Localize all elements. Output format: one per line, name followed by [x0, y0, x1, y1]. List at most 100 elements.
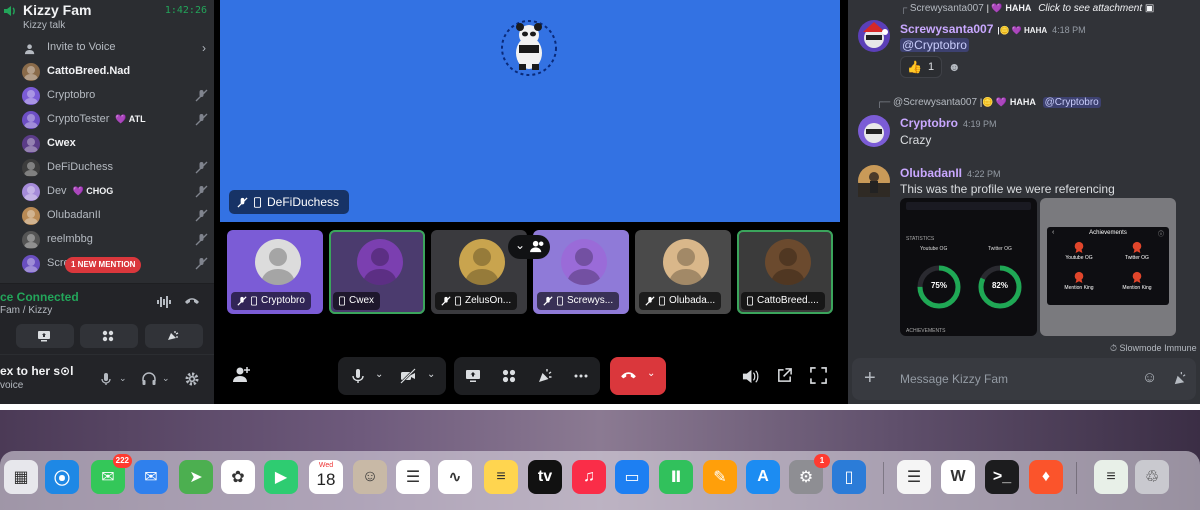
current-user-name[interactable]: ex to her s⊙l	[0, 364, 73, 378]
end-call-button[interactable]: ⌄	[610, 357, 666, 395]
camera-off-icon[interactable]	[400, 368, 416, 384]
avatar[interactable]	[858, 20, 890, 52]
calendar-app-icon[interactable]: Wed 18	[309, 460, 343, 494]
voice-member[interactable]: Dev 💜 CHOG	[22, 182, 212, 202]
more-options-icon[interactable]	[573, 368, 589, 384]
fullscreen-icon[interactable]	[810, 367, 827, 384]
mobile-device-icon	[747, 296, 753, 306]
photos-glyph: ✿	[231, 469, 245, 486]
signal-waveform-icon[interactable]	[157, 296, 171, 308]
freeform-app-icon[interactable]: ∿	[438, 460, 472, 494]
terminal-app-icon[interactable]: >_	[985, 460, 1019, 494]
microphone-icon[interactable]	[350, 368, 366, 384]
reply-reference[interactable]: ┌ Screwysanta007 | 💜 HAHA Click to see a…	[900, 3, 1154, 14]
reaction-pill[interactable]: 👍 1	[900, 56, 942, 78]
simulator-app-icon[interactable]: ▯	[832, 460, 866, 494]
launchpad-app-icon[interactable]: ▦	[4, 460, 38, 494]
microphone-icon[interactable]	[98, 371, 114, 387]
settings-app-icon[interactable]: ⚙ 1	[789, 454, 830, 494]
invite-label: Invite to Voice	[47, 41, 116, 53]
voice-channel-header[interactable]: Kizzy Fam 1:42:26 Kizzy talk	[0, 0, 214, 36]
appletv-app-icon[interactable]: tv	[528, 460, 562, 494]
soundboard-button[interactable]	[145, 324, 203, 348]
keynote-app-icon[interactable]: ▭	[615, 460, 649, 494]
voice-member[interactable]: CryptoTester 💜 ATL	[22, 110, 212, 130]
maps-app-icon[interactable]: ➤	[179, 460, 213, 494]
emoji-icon[interactable]: ☺	[1142, 369, 1157, 386]
reply-reference[interactable]: ┌─ @Screwysanta007 |🪙 💜 HAHA @Cryptobro	[876, 97, 1101, 108]
voice-member[interactable]: CattoBreed.Nad	[22, 62, 212, 82]
end-call-chevron-icon[interactable]: ⌄	[647, 368, 655, 379]
add-attachment-icon[interactable]: +	[864, 367, 876, 389]
participant-tile[interactable]: CattoBreed....	[737, 230, 833, 314]
volume-icon[interactable]	[742, 368, 759, 385]
add-reaction-icon[interactable]: ☻	[948, 60, 961, 74]
notes-app-icon[interactable]: ≡	[484, 460, 518, 494]
brave-app-icon[interactable]: ♦	[1029, 460, 1063, 494]
activities-button[interactable]	[80, 324, 138, 348]
pop-out-icon[interactable]	[776, 367, 793, 384]
wps-app-icon[interactable]: W	[941, 460, 975, 494]
reminders-app-icon[interactable]: ☰	[396, 460, 430, 494]
message-input[interactable]: Message Kizzy Fam	[900, 372, 1008, 386]
disconnect-icon[interactable]	[184, 295, 200, 307]
appstore-app-icon[interactable]: A	[746, 460, 780, 494]
mic-options-chevron-icon[interactable]: ⌄	[119, 373, 127, 384]
voice-member[interactable]: Cryptobro	[22, 86, 212, 106]
mail-app-icon[interactable]: ✉	[134, 460, 168, 494]
voice-member[interactable]: OlubadanII	[22, 206, 212, 226]
soundboard-icon[interactable]	[537, 368, 553, 384]
avatar[interactable]	[858, 165, 890, 197]
safari-app-icon[interactable]: ⦿	[45, 460, 79, 494]
message-composer[interactable]: + Message Kizzy Fam ☺	[852, 358, 1196, 400]
invite-participant-icon[interactable]	[232, 366, 250, 384]
screen-share-icon[interactable]	[465, 368, 481, 384]
pages-glyph: ✎	[713, 469, 727, 486]
numbers-app-icon[interactable]: Ⅱ	[659, 460, 693, 494]
contacts-app-icon[interactable]: ☺	[353, 460, 387, 494]
author-badge: |🪙 💜 HAHA	[997, 26, 1048, 35]
participant-tile[interactable]: Cwex	[329, 230, 425, 314]
voice-member[interactable]: Cwex	[22, 134, 212, 154]
achievement-badge-icon	[1074, 271, 1084, 283]
attachment-image-stats[interactable]: STATISTICS Youtube OG Twitter OG 75% 82%…	[900, 198, 1037, 336]
participant-tile[interactable]: Cryptobro	[227, 230, 323, 314]
message-author[interactable]: Screwysanta007 |🪙 💜 HAHA 4:18 PM	[900, 22, 1086, 36]
avatar[interactable]	[858, 115, 890, 147]
participants-toggle[interactable]: ⌄	[508, 235, 550, 259]
apps-icon[interactable]	[1172, 371, 1187, 386]
message-author[interactable]: OlubadanII 4:22 PM	[900, 166, 1001, 180]
gear-icon[interactable]	[184, 371, 200, 387]
new-mention-pill[interactable]: 1 NEW MENTION	[65, 257, 142, 273]
brave-glyph: ♦	[1041, 468, 1051, 485]
message-author[interactable]: Cryptobro 4:19 PM	[900, 116, 997, 130]
voice-member[interactable]: reelmbbg	[22, 230, 212, 250]
messages-app-icon[interactable]: ✉ 222	[91, 454, 132, 494]
maps-glyph: ➤	[189, 469, 203, 486]
headphones-icon[interactable]	[141, 371, 157, 387]
muted-mic-icon	[195, 89, 208, 102]
participant-name: CattoBreed....	[757, 295, 819, 306]
channel-subtitle: Kizzy talk	[23, 20, 66, 31]
pages-app-icon[interactable]: ✎	[703, 460, 737, 494]
audio-options-chevron-icon[interactable]: ⌄	[162, 373, 170, 384]
trash-app-icon[interactable]: ♲	[1135, 460, 1169, 494]
mention-chip[interactable]: @Cryptobro	[1042, 97, 1101, 108]
mention-chip[interactable]: @Cryptobro	[900, 38, 969, 52]
camera-chevron-icon[interactable]: ⌄	[427, 369, 435, 380]
music-app-icon[interactable]: ♫	[572, 460, 606, 494]
voice-member[interactable]: DeFiDuchess	[22, 158, 212, 178]
textedit-app-icon[interactable]: ☰	[897, 460, 931, 494]
attachment-image-achievements[interactable]: ‹ Achievements ⓘ Youtube OG Twitter OG Men…	[1040, 198, 1176, 336]
voice-member-name: DeFiDuchess	[47, 161, 114, 173]
activities-icon[interactable]	[501, 368, 517, 384]
channel-name: Kizzy Fam	[23, 2, 92, 18]
invite-to-voice-button[interactable]: Invite to Voice ›	[20, 40, 210, 60]
mic-chevron-icon[interactable]: ⌄	[375, 369, 383, 380]
facetime-app-icon[interactable]: ▶	[264, 460, 298, 494]
participant-tile[interactable]: Olubada...	[635, 230, 731, 314]
photos-app-icon[interactable]: ✿	[221, 460, 255, 494]
stage-view[interactable]: DeFiDuchess	[220, 0, 840, 222]
screen-share-button[interactable]	[16, 324, 74, 348]
doc-stack-app-icon[interactable]: ≡	[1094, 460, 1128, 494]
